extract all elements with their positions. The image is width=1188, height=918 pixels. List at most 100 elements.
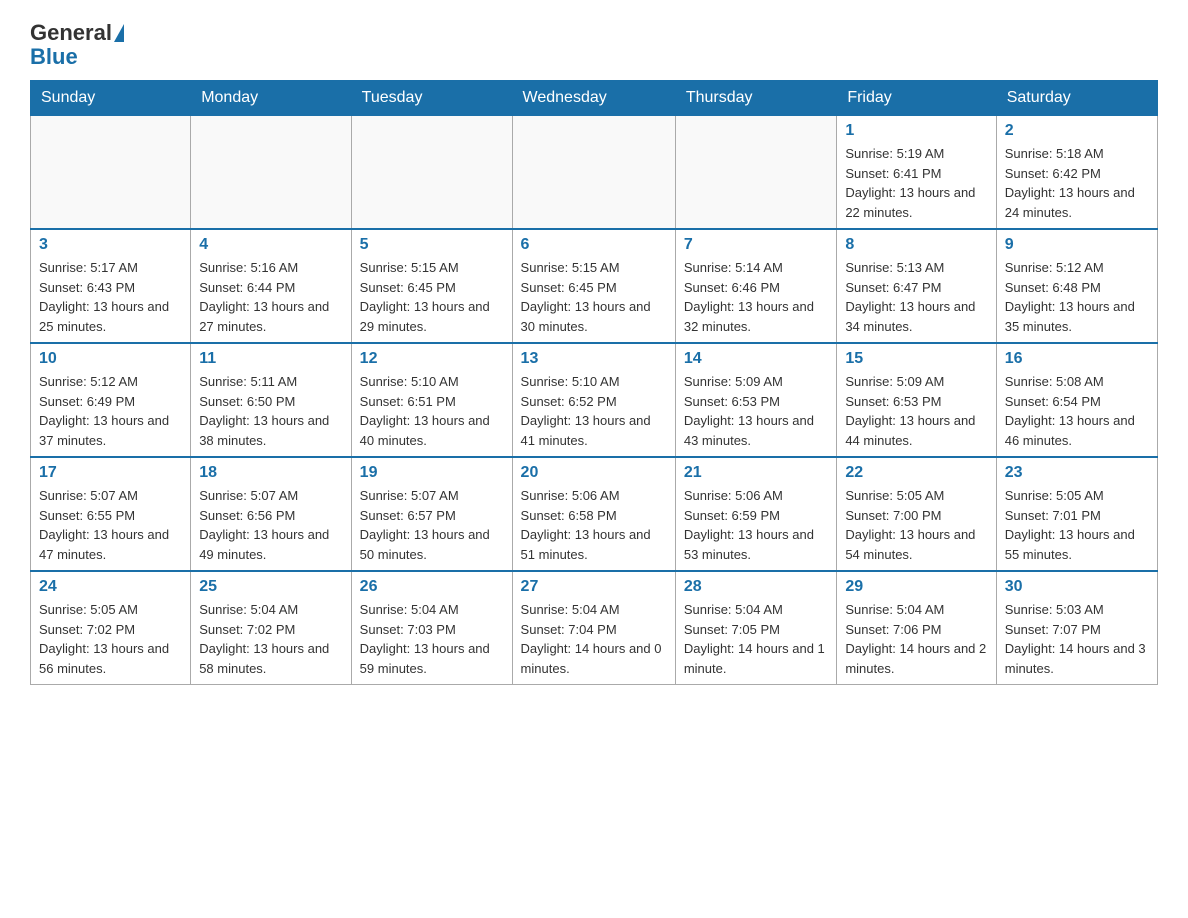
day-sun-info: Sunrise: 5:03 AMSunset: 7:07 PMDaylight:… [1005,600,1149,678]
day-number: 20 [521,464,667,482]
calendar-cell: 22 Sunrise: 5:05 AMSunset: 7:00 PMDayligh… [837,457,996,571]
day-number: 9 [1005,236,1149,254]
calendar-week-row: 24 Sunrise: 5:05 AMSunset: 7:02 PMDayligh… [31,571,1158,685]
day-number: 17 [39,464,182,482]
day-sun-info: Sunrise: 5:07 AMSunset: 6:56 PMDaylight:… [199,486,342,564]
day-sun-info: Sunrise: 5:04 AMSunset: 7:05 PMDaylight:… [684,600,828,678]
day-sun-info: Sunrise: 5:18 AMSunset: 6:42 PMDaylight:… [1005,144,1149,222]
day-sun-info: Sunrise: 5:19 AMSunset: 6:41 PMDaylight:… [845,144,987,222]
day-of-week-header: Wednesday [512,81,675,116]
calendar-cell [512,116,675,230]
calendar-cell: 16 Sunrise: 5:08 AMSunset: 6:54 PMDayligh… [996,343,1157,457]
calendar-cell [351,116,512,230]
day-number: 8 [845,236,987,254]
day-sun-info: Sunrise: 5:09 AMSunset: 6:53 PMDaylight:… [845,372,987,450]
day-number: 22 [845,464,987,482]
calendar-cell: 20 Sunrise: 5:06 AMSunset: 6:58 PMDayligh… [512,457,675,571]
calendar-week-row: 3 Sunrise: 5:17 AMSunset: 6:43 PMDaylight… [31,229,1158,343]
day-number: 12 [360,350,504,368]
header: General Blue [30,20,1158,70]
day-sun-info: Sunrise: 5:16 AMSunset: 6:44 PMDaylight:… [199,258,342,336]
calendar-cell: 29 Sunrise: 5:04 AMSunset: 7:06 PMDayligh… [837,571,996,685]
logo-blue-text: Blue [30,44,78,70]
day-sun-info: Sunrise: 5:12 AMSunset: 6:49 PMDaylight:… [39,372,182,450]
calendar-cell: 6 Sunrise: 5:15 AMSunset: 6:45 PMDaylight… [512,229,675,343]
day-sun-info: Sunrise: 5:17 AMSunset: 6:43 PMDaylight:… [39,258,182,336]
day-number: 7 [684,236,828,254]
day-sun-info: Sunrise: 5:06 AMSunset: 6:58 PMDaylight:… [521,486,667,564]
calendar-cell: 25Sunrise: 5:04 AMSunset: 7:02 PMDayligh… [191,571,351,685]
calendar-cell: 5 Sunrise: 5:15 AMSunset: 6:45 PMDaylight… [351,229,512,343]
day-sun-info: Sunrise: 5:07 AMSunset: 6:55 PMDaylight:… [39,486,182,564]
day-number: 13 [521,350,667,368]
calendar-cell [191,116,351,230]
day-of-week-header: Monday [191,81,351,116]
day-number: 4 [199,236,342,254]
day-of-week-header: Saturday [996,81,1157,116]
calendar-cell [675,116,836,230]
calendar-cell: 14 Sunrise: 5:09 AMSunset: 6:53 PMDayligh… [675,343,836,457]
day-number: 30 [1005,578,1149,596]
day-sun-info: Sunrise: 5:11 AMSunset: 6:50 PMDaylight:… [199,372,342,450]
calendar-cell: 2 Sunrise: 5:18 AMSunset: 6:42 PMDaylight… [996,116,1157,230]
day-of-week-header: Tuesday [351,81,512,116]
calendar-cell: 28 Sunrise: 5:04 AMSunset: 7:05 PMDayligh… [675,571,836,685]
calendar-cell: 11 Sunrise: 5:11 AMSunset: 6:50 PMDayligh… [191,343,351,457]
day-number: 11 [199,350,342,368]
calendar-cell: 21 Sunrise: 5:06 AMSunset: 6:59 PMDayligh… [675,457,836,571]
day-sun-info: Sunrise: 5:05 AMSunset: 7:02 PMDaylight:… [39,600,182,678]
calendar-cell: 7Sunrise: 5:14 AMSunset: 6:46 PMDaylight… [675,229,836,343]
day-number: 6 [521,236,667,254]
day-number: 5 [360,236,504,254]
calendar-table: SundayMondayTuesdayWednesdayThursdayFrid… [30,80,1158,685]
calendar-cell: 13 Sunrise: 5:10 AMSunset: 6:52 PMDayligh… [512,343,675,457]
day-number: 15 [845,350,987,368]
day-of-week-header: Friday [837,81,996,116]
logo: General Blue [30,20,126,70]
day-sun-info: Sunrise: 5:07 AMSunset: 6:57 PMDaylight:… [360,486,504,564]
calendar-cell: 4 Sunrise: 5:16 AMSunset: 6:44 PMDaylight… [191,229,351,343]
day-number: 23 [1005,464,1149,482]
day-number: 2 [1005,122,1149,140]
calendar-cell: 12Sunrise: 5:10 AMSunset: 6:51 PMDayligh… [351,343,512,457]
calendar-cell: 27Sunrise: 5:04 AMSunset: 7:04 PMDayligh… [512,571,675,685]
calendar-cell: 19 Sunrise: 5:07 AMSunset: 6:57 PMDayligh… [351,457,512,571]
day-sun-info: Sunrise: 5:09 AMSunset: 6:53 PMDaylight:… [684,372,828,450]
day-sun-info: Sunrise: 5:04 AMSunset: 7:03 PMDaylight:… [360,600,504,678]
logo-triangle-icon [114,24,124,42]
calendar-cell: 15 Sunrise: 5:09 AMSunset: 6:53 PMDayligh… [837,343,996,457]
calendar-header-row: SundayMondayTuesdayWednesdayThursdayFrid… [31,81,1158,116]
day-sun-info: Sunrise: 5:15 AMSunset: 6:45 PMDaylight:… [521,258,667,336]
day-sun-info: Sunrise: 5:04 AMSunset: 7:04 PMDaylight:… [521,600,667,678]
day-number: 21 [684,464,828,482]
calendar-cell [31,116,191,230]
day-number: 1 [845,122,987,140]
day-sun-info: Sunrise: 5:12 AMSunset: 6:48 PMDaylight:… [1005,258,1149,336]
day-sun-info: Sunrise: 5:13 AMSunset: 6:47 PMDaylight:… [845,258,987,336]
calendar-cell: 26Sunrise: 5:04 AMSunset: 7:03 PMDayligh… [351,571,512,685]
calendar-week-row: 10Sunrise: 5:12 AMSunset: 6:49 PMDayligh… [31,343,1158,457]
calendar-cell: 23Sunrise: 5:05 AMSunset: 7:01 PMDayligh… [996,457,1157,571]
day-number: 24 [39,578,182,596]
day-number: 28 [684,578,828,596]
day-sun-info: Sunrise: 5:08 AMSunset: 6:54 PMDaylight:… [1005,372,1149,450]
calendar-cell: 1 Sunrise: 5:19 AMSunset: 6:41 PMDaylight… [837,116,996,230]
day-sun-info: Sunrise: 5:10 AMSunset: 6:52 PMDaylight:… [521,372,667,450]
calendar-cell: 9 Sunrise: 5:12 AMSunset: 6:48 PMDaylight… [996,229,1157,343]
calendar-cell: 30 Sunrise: 5:03 AMSunset: 7:07 PMDayligh… [996,571,1157,685]
day-number: 18 [199,464,342,482]
day-sun-info: Sunrise: 5:04 AMSunset: 7:02 PMDaylight:… [199,600,342,678]
day-of-week-header: Thursday [675,81,836,116]
day-number: 19 [360,464,504,482]
day-number: 16 [1005,350,1149,368]
day-sun-info: Sunrise: 5:15 AMSunset: 6:45 PMDaylight:… [360,258,504,336]
day-sun-info: Sunrise: 5:06 AMSunset: 6:59 PMDaylight:… [684,486,828,564]
calendar-cell: 17 Sunrise: 5:07 AMSunset: 6:55 PMDayligh… [31,457,191,571]
day-sun-info: Sunrise: 5:04 AMSunset: 7:06 PMDaylight:… [845,600,987,678]
day-number: 14 [684,350,828,368]
day-number: 3 [39,236,182,254]
calendar-week-row: 1 Sunrise: 5:19 AMSunset: 6:41 PMDaylight… [31,116,1158,230]
day-number: 29 [845,578,987,596]
calendar-cell: 24 Sunrise: 5:05 AMSunset: 7:02 PMDayligh… [31,571,191,685]
day-sun-info: Sunrise: 5:05 AMSunset: 7:00 PMDaylight:… [845,486,987,564]
